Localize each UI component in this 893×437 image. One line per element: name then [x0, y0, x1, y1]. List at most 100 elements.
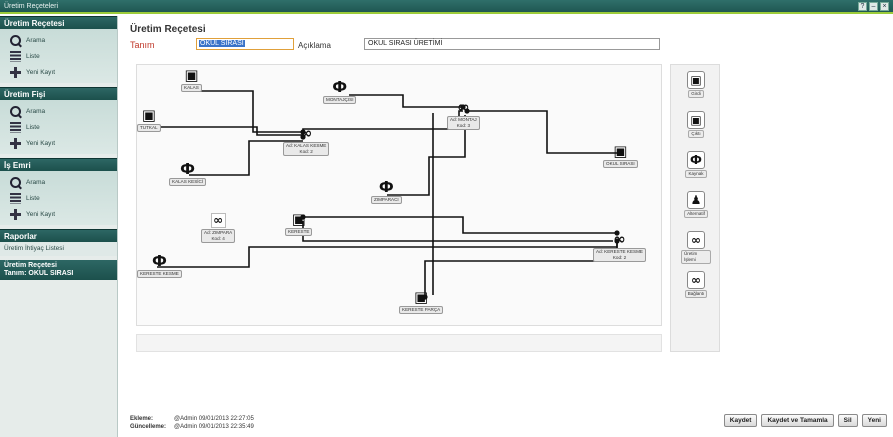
diagram-status-bar	[136, 334, 662, 352]
diagram-node-label: Ad: MONTAJ Kod: 3	[447, 116, 480, 130]
connector-line	[303, 216, 617, 234]
sidebar-item-new[interactable]: Yeni Kayıt	[0, 64, 117, 80]
connector-line	[302, 221, 613, 242]
palette-item-label: Bağlantı	[684, 290, 708, 298]
sidebar-item-new[interactable]: Yeni Kayıt	[0, 206, 117, 222]
diagram-palette: ▣ Girdi ▣ Çıktı Ф Kaynak ♟ Alternatif ∞ …	[670, 64, 720, 352]
operation-icon: ∞	[613, 230, 626, 248]
material-icon: ▣	[613, 142, 628, 160]
diagram-node-zimparaci[interactable]: Ф ZIMPARACI	[371, 179, 402, 204]
sidebar-item-search[interactable]: Arama	[0, 103, 117, 119]
save-and-complete-button[interactable]: Kaydet ve Tamamla	[761, 414, 834, 427]
diagram-node-montajcisi[interactable]: Ф MONTAJÇISI	[323, 78, 357, 104]
aciklama-label: Açıklama	[298, 41, 331, 50]
sidebar-section-isemri: İş Emri Arama Liste Yeni Kayıt	[0, 158, 117, 225]
sidebar-item-list[interactable]: Liste	[0, 48, 117, 64]
add-icon	[10, 66, 21, 78]
search-icon	[10, 105, 21, 117]
palette-item-label: Kaynak	[685, 170, 707, 178]
diagram-node-label: KERESTE PARÇA	[399, 306, 444, 314]
diagram-node-kereste-operation[interactable]: ∞ Ad: KERESTE KESME Kod: 2	[593, 231, 646, 262]
operation-icon: ∞	[299, 124, 313, 142]
add-icon	[10, 137, 21, 149]
operation-icon: ∞	[687, 231, 705, 249]
list-icon	[10, 121, 21, 133]
material-icon: ▣	[184, 66, 199, 84]
recipe-diagram-canvas[interactable]: ▣ KALAS ▣ TUTKAL Ф KALAS KESİCİ Ф MONTAJ…	[136, 64, 662, 326]
audit-info: Ekleme: @Admin 09/01/2013 22:27:05 Güncel…	[130, 415, 254, 431]
sidebar: Üretim Reçetesi Arama Liste Yeni Kayıt Ü…	[0, 16, 118, 437]
sidebar-item-label: Liste	[26, 194, 40, 202]
delete-button[interactable]: Sil	[837, 414, 858, 427]
operation-icon: ∞	[457, 98, 470, 116]
sidebar-item-search[interactable]: Arama	[0, 32, 117, 48]
sidebar-section-title: Raporlar	[0, 229, 117, 242]
resource-icon: Ф	[332, 78, 348, 96]
page-title: Üretim Reçetesi	[130, 24, 206, 35]
minimize-icon[interactable]: –	[869, 2, 878, 11]
diagram-node-label: KERESTE KESME	[137, 270, 182, 278]
palette-item-alternative[interactable]: ♟ Alternatif	[681, 191, 711, 218]
aciklama-input[interactable]: OKUL SIRASI ÜRETİMİ	[364, 38, 660, 50]
diagram-node-tutkal[interactable]: ▣ TUTKAL	[137, 107, 161, 132]
diagram-node-kereste-parca[interactable]: ▣ KERESTE PARÇA	[399, 288, 444, 314]
diagram-node-label: KALAS KESİCİ	[169, 178, 207, 186]
new-button[interactable]: Yeni	[861, 414, 887, 427]
diagram-node-kereste-kesme-resource[interactable]: Ф KERESTE KESME	[137, 253, 182, 278]
tanim-label: Tanım	[130, 40, 155, 50]
save-button[interactable]: Kaydet	[723, 414, 758, 427]
updated-label: Güncelleme:	[130, 424, 167, 430]
connector-line	[349, 94, 463, 108]
sidebar-item-label: Liste	[26, 123, 40, 131]
diagram-node-label: Ad: KERESTE KESME Kod: 2	[593, 248, 646, 262]
palette-item-operation[interactable]: ∞ Üretim İşlemi	[681, 231, 711, 264]
close-icon[interactable]: ×	[880, 2, 889, 11]
palette-item-output[interactable]: ▣ Çıktı	[681, 111, 711, 138]
sidebar-section-title: Üretim Reçetesi	[0, 16, 117, 29]
tanim-value: OKUL SIRASI	[199, 40, 245, 47]
diagram-node-montaj-operation[interactable]: ∞ Ad: MONTAJ Kod: 3	[447, 99, 480, 130]
diagram-node-kalas[interactable]: ▣ KALAS	[181, 67, 202, 92]
sidebar-item-list[interactable]: Liste	[0, 119, 117, 135]
window-controls: ? – ×	[858, 2, 889, 11]
palette-item-link[interactable]: ∞ Bağlantı	[681, 271, 711, 298]
sidebar-section-recete: Üretim Reçetesi Arama Liste Yeni Kayıt	[0, 16, 117, 83]
window-titlebar: Üretim Reçeteleri ? – ×	[0, 0, 893, 14]
diagram-node-kalas-kesici[interactable]: Ф KALAS KESİCİ	[169, 161, 207, 186]
diagram-node-label: Ad: ZIMPARA Kod: 4	[201, 229, 236, 243]
help-icon[interactable]: ?	[858, 2, 867, 11]
palette-item-label: Alternatif	[684, 210, 708, 218]
sidebar-item-requirements-report[interactable]: Üretim İhtiyaç Listesi	[0, 242, 117, 256]
sidebar-item-label: Yeni Kayıt	[26, 210, 56, 218]
diagram-node-label: ZIMPARACI	[371, 196, 402, 204]
palette-item-resource[interactable]: Ф Kaynak	[681, 151, 711, 178]
search-icon	[10, 34, 21, 46]
connector-line	[157, 241, 618, 268]
material-icon: ▣	[414, 288, 429, 306]
current-record-title: Üretim Reçetesi	[4, 262, 57, 269]
sidebar-item-list[interactable]: Liste	[0, 190, 117, 206]
diagram-node-kesim-operation[interactable]: ∞ Ad: KALAS KESME Kod: 2	[283, 124, 330, 156]
current-record-panel: Üretim Reçetesi Tanım: OKUL SIRASI	[0, 260, 117, 280]
diagram-node-kereste[interactable]: ▣ KERESTE	[285, 211, 313, 236]
action-buttons: Kaydet Kaydet ve Tamamla Sil Yeni	[723, 414, 887, 427]
sidebar-item-new[interactable]: Yeni Kayıt	[0, 135, 117, 151]
palette-item-input[interactable]: ▣ Girdi	[681, 71, 711, 98]
diagram-node-label: KALAS	[181, 84, 202, 92]
palette-item-label: Girdi	[688, 90, 704, 98]
sidebar-section-fis: Üretim Fişi Arama Liste Yeni Kayıt	[0, 87, 117, 154]
sidebar-item-label: Arama	[26, 107, 46, 115]
list-icon	[10, 50, 21, 62]
current-record-subtitle: Tanım: OKUL SIRASI	[4, 270, 74, 277]
link-icon: ∞	[687, 271, 705, 289]
sidebar-item-label: Arama	[26, 36, 46, 44]
list-icon	[10, 192, 21, 204]
diagram-node-label: OKUL SIRASI	[603, 160, 638, 168]
sidebar-item-search[interactable]: Arama	[0, 174, 117, 190]
tanim-input[interactable]: OKUL SIRASI	[196, 38, 294, 50]
diagram-node-zimpara-operation[interactable]: ∞ Ad: ZIMPARA Kod: 4	[201, 213, 236, 243]
chess-icon: ♟	[687, 191, 705, 209]
resource-icon: Ф	[378, 178, 394, 196]
diagram-node-okul-sirasi[interactable]: ▣ OKUL SIRASI	[603, 143, 638, 168]
material-icon: ▣	[687, 71, 705, 89]
